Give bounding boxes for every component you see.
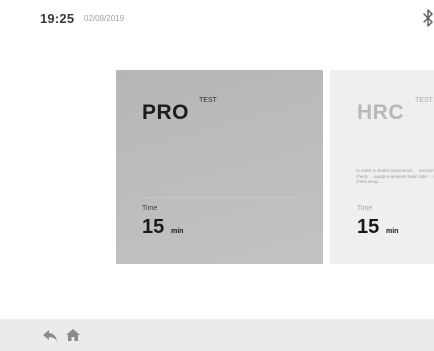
card-badge: TEST: [199, 97, 217, 104]
bottom-navigation-bar: [0, 319, 434, 351]
home-icon[interactable]: [65, 327, 81, 343]
time-unit: min: [386, 228, 399, 235]
time-label: Time: [142, 205, 158, 212]
card-description: In order to better experience ... recomm…: [356, 168, 434, 184]
app-screen: 19:25 02/08/2019 PRO TEST Time 15 min HR…: [0, 0, 434, 351]
hrc-test-card[interactable]: HRC TEST In order to better experience .…: [330, 70, 434, 264]
status-time: 19:25: [40, 11, 75, 26]
card-title: HRC: [357, 101, 404, 124]
card-badge: TEST: [415, 97, 433, 104]
card-divider: [142, 197, 297, 198]
card-title: PRO: [142, 101, 190, 124]
pro-test-card[interactable]: PRO TEST Time 15 min: [116, 70, 323, 264]
time-value: 15: [142, 216, 165, 238]
status-date: 02/08/2019: [84, 14, 125, 23]
time-value: 15: [357, 216, 380, 238]
time-label: Time: [357, 205, 373, 212]
bluetooth-icon: [423, 9, 433, 27]
time-unit: min: [171, 228, 184, 235]
back-arrow-icon[interactable]: [42, 327, 58, 343]
